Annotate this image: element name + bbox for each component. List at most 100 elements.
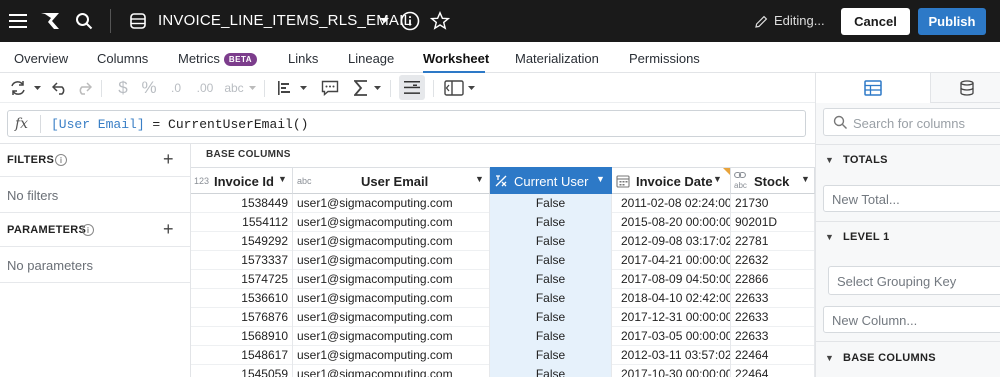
info-icon[interactable] [398,0,422,42]
cell-invoice-id[interactable]: 1574725 [191,270,293,289]
cell-invoice-id[interactable]: 1548617 [191,346,293,365]
chevron-down-icon[interactable]: ▼ [475,174,484,184]
chevron-down-icon[interactable]: ▼ [825,155,834,165]
cell-user-email[interactable]: user1@sigmacomputing.com [293,213,490,232]
cell-stock[interactable]: 22632 [731,251,815,270]
cell-user-email[interactable]: user1@sigmacomputing.com [293,289,490,308]
title-dropdown-icon[interactable] [377,0,391,42]
chevron-down-icon[interactable]: ▼ [825,353,834,363]
totals-title[interactable]: TOTALS [843,154,888,166]
column-header-invoice-date[interactable]: Invoice Date ▼ [612,167,731,194]
cell-invoice-id[interactable]: 1545059 [191,365,293,377]
tab-columns-panel[interactable] [816,73,931,103]
column-header-current-user[interactable]: Current User ▼ [490,167,612,194]
menu-icon[interactable] [6,0,30,42]
cell-invoice-id[interactable]: 1576876 [191,308,293,327]
cell-user-email[interactable]: user1@sigmacomputing.com [293,194,490,213]
cell-invoice-date[interactable]: 2017-03-05 00:00:00 [612,327,731,346]
cell-user-email[interactable]: user1@sigmacomputing.com [293,346,490,365]
chevron-down-icon[interactable]: ▼ [278,174,287,184]
parameters-info-icon[interactable]: i [82,224,94,236]
table-row[interactable]: 1538449 user1@sigmacomputing.com False 2… [191,194,815,213]
table-row[interactable]: 1568910 user1@sigmacomputing.com False 2… [191,327,815,346]
chevron-down-icon[interactable]: ▼ [596,174,605,184]
align-icon[interactable] [273,73,295,103]
tab-columns[interactable]: Columns [97,51,148,66]
search-icon[interactable] [72,0,96,42]
cell-current-user[interactable]: False [490,289,612,308]
cell-invoice-id[interactable]: 1538449 [191,194,293,213]
table-row[interactable]: 1545059 user1@sigmacomputing.com False 2… [191,365,815,377]
column-header-invoice-id[interactable]: 123 Invoice Id ▼ [191,167,293,194]
cell-current-user[interactable]: False [490,308,612,327]
filters-info-icon[interactable]: i [55,154,67,166]
cell-invoice-id[interactable]: 1549292 [191,232,293,251]
cancel-button[interactable]: Cancel [841,8,910,35]
sigma-summary-icon[interactable] [350,73,372,103]
layout-dropdown-icon[interactable] [465,73,477,103]
redo-icon[interactable] [73,73,95,103]
table-row[interactable]: 1576876 user1@sigmacomputing.com False 2… [191,308,815,327]
cell-current-user[interactable]: False [490,213,612,232]
chevron-down-icon[interactable]: ▼ [801,174,810,184]
formula-expression[interactable]: [User Email] = CurrentUserEmail() [51,117,308,132]
cell-user-email[interactable]: user1@sigmacomputing.com [293,232,490,251]
summary-dropdown-icon[interactable] [371,73,383,103]
layout-icon[interactable] [442,73,466,103]
tab-overview[interactable]: Overview [14,51,68,66]
cell-current-user[interactable]: False [490,232,612,251]
cell-stock[interactable]: 22633 [731,289,815,308]
level-title[interactable]: LEVEL 1 [843,231,890,243]
column-header-stock[interactable]: abc Stock ▼ [731,167,815,194]
cell-current-user[interactable]: False [490,194,612,213]
text-format-button[interactable]: abc [220,73,248,103]
cell-stock[interactable]: 22464 [731,346,815,365]
cell-invoice-id[interactable]: 1536610 [191,289,293,308]
cell-stock[interactable]: 22781 [731,232,815,251]
cell-stock[interactable]: 22633 [731,327,815,346]
cell-stock[interactable]: 90201D [731,213,815,232]
comment-icon[interactable] [318,73,342,103]
text-format-dropdown-icon[interactable] [247,73,257,103]
cell-invoice-date[interactable]: 2018-04-10 02:42:00 [612,289,731,308]
cell-invoice-date[interactable]: 2017-04-21 00:00:00 [612,251,731,270]
cell-user-email[interactable]: user1@sigmacomputing.com [293,270,490,289]
cell-user-email[interactable]: user1@sigmacomputing.com [293,308,490,327]
cell-current-user[interactable]: False [490,251,612,270]
table-row[interactable]: 1574725 user1@sigmacomputing.com False 2… [191,270,815,289]
table-row[interactable]: 1549292 user1@sigmacomputing.com False 2… [191,232,815,251]
document-title[interactable]: INVOICE_LINE_ITEMS_RLS_EMAIL [158,12,412,29]
cell-user-email[interactable]: user1@sigmacomputing.com [293,365,490,377]
cell-current-user[interactable]: False [490,327,612,346]
new-column-input[interactable]: New Column... [823,306,1000,333]
chevron-down-icon[interactable]: ▼ [713,174,722,184]
cell-invoice-date[interactable]: 2015-08-20 00:00:00 [612,213,731,232]
refresh-icon[interactable] [6,73,30,103]
column-search-input[interactable]: Search for columns [823,108,1000,136]
refresh-dropdown-icon[interactable] [31,73,43,103]
cell-stock[interactable]: 22866 [731,270,815,289]
tab-database-panel[interactable] [932,73,1000,103]
table-row[interactable]: 1554112 user1@sigmacomputing.com False 2… [191,213,815,232]
formula-bar[interactable]: fx [User Email] = CurrentUserEmail() [7,110,806,137]
star-icon[interactable] [428,0,452,42]
grouping-key-select[interactable]: Select Grouping Key [828,266,1000,295]
cell-invoice-id[interactable]: 1554112 [191,213,293,232]
cell-current-user[interactable]: False [490,365,612,377]
tab-permissions[interactable]: Permissions [629,51,700,66]
add-filter-icon[interactable]: + [163,149,174,170]
sigma-logo-icon[interactable] [38,0,62,42]
cell-user-email[interactable]: user1@sigmacomputing.com [293,327,490,346]
cell-stock[interactable]: 21730 [731,194,815,213]
new-total-input[interactable]: New Total... [823,185,1000,212]
undo-icon[interactable] [49,73,71,103]
cell-stock[interactable]: 22464 [731,365,815,377]
cell-invoice-id[interactable]: 1568910 [191,327,293,346]
decrease-decimals-button[interactable]: .0 [164,73,188,103]
align-dropdown-icon[interactable] [297,73,309,103]
table-row[interactable]: 1536610 user1@sigmacomputing.com False 2… [191,289,815,308]
percent-format-button[interactable]: % [138,73,160,103]
cell-current-user[interactable]: False [490,346,612,365]
publish-button[interactable]: Publish [918,8,986,35]
cell-invoice-date[interactable]: 2011-02-08 02:24:00 [612,194,731,213]
